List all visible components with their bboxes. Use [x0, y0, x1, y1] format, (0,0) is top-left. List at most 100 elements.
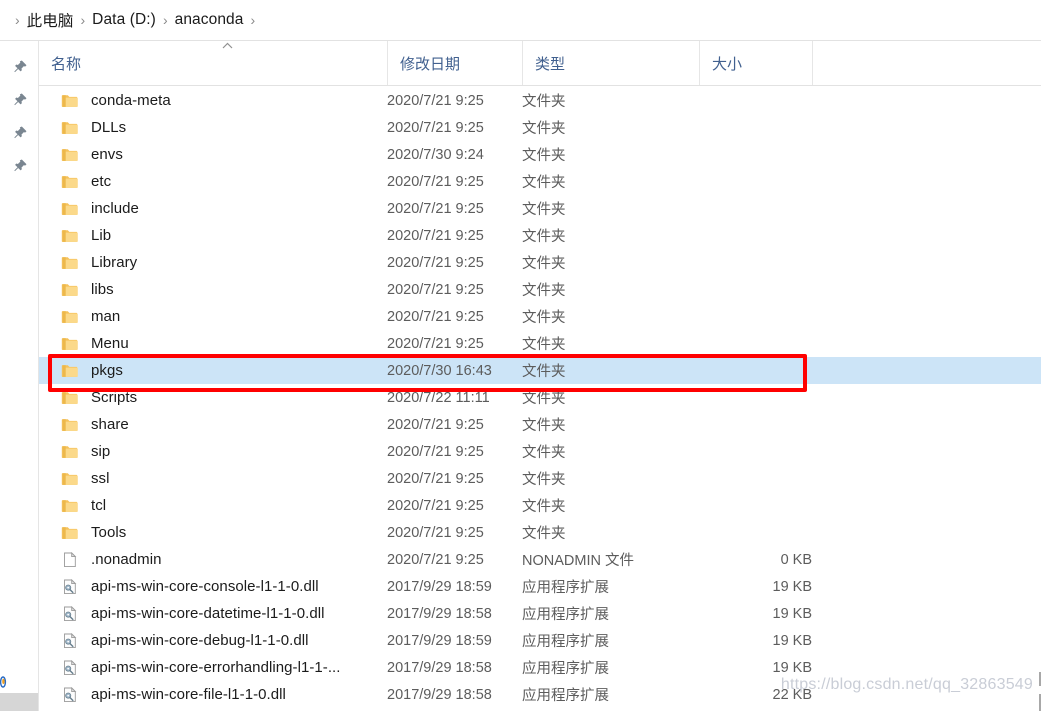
folder-icon	[61, 200, 79, 218]
cell-type: 文件夹	[522, 468, 566, 489]
cell-date-modified: 2020/7/21 9:25	[387, 525, 484, 541]
breadcrumb-item-data-drive[interactable]: Data (D:) ›	[92, 11, 174, 29]
table-row[interactable]: .nonadmin2020/7/21 9:25NONADMIN 文件0 KB	[39, 546, 1041, 573]
file-name-label: ssl	[91, 470, 109, 487]
table-row[interactable]: include2020/7/21 9:25文件夹	[39, 195, 1041, 222]
cell-name: share	[39, 416, 129, 434]
dll-file-icon	[61, 605, 79, 623]
folder-icon	[61, 470, 79, 488]
file-name-label: api-ms-win-core-errorhandling-l1-1-...	[91, 659, 340, 676]
table-row[interactable]: Scripts2020/7/22 11:11文件夹	[39, 384, 1041, 411]
cell-date-modified: 2020/7/21 9:25	[387, 120, 484, 136]
file-name-label: conda-meta	[91, 92, 171, 109]
blank-file-icon	[61, 551, 79, 569]
cell-type: 文件夹	[522, 171, 566, 192]
file-list[interactable]: conda-meta 2020/7/21 9:25 文件夹 DLLs 2020/7/21…	[39, 87, 1041, 711]
cell-name: include	[39, 200, 139, 218]
table-row[interactable]: share2020/7/21 9:25文件夹	[39, 411, 1041, 438]
cell-date-modified: 2020/7/21 9:25	[387, 201, 484, 217]
dll-file-icon	[61, 632, 79, 650]
cell-name: .nonadmin	[39, 551, 162, 569]
cell-name: Lib	[39, 227, 111, 245]
cell-name: api-ms-win-core-errorhandling-l1-1-...	[39, 659, 340, 677]
table-row[interactable]: api-ms-win-core-datetime-l1-1-0.dll2017/…	[39, 600, 1041, 627]
file-name-label: DLLs	[91, 119, 126, 136]
cell-date-modified: 2020/7/21 9:25	[387, 282, 484, 298]
pin-icon[interactable]	[13, 59, 28, 74]
table-row-selected[interactable]: pkgs2020/7/30 16:43文件夹	[39, 357, 1041, 384]
file-name-label: share	[91, 416, 129, 433]
folder-icon	[61, 227, 79, 245]
pin-icon[interactable]	[13, 158, 28, 173]
cell-date-modified: 2020/7/21 9:25	[387, 498, 484, 514]
file-name-label: api-ms-win-core-file-l1-1-0.dll	[91, 686, 286, 703]
table-row[interactable]: api-ms-win-core-debug-l1-1-0.dll2017/9/2…	[39, 627, 1041, 654]
file-name-label: Scripts	[91, 389, 137, 406]
breadcrumb-leading-separator: ›	[8, 13, 27, 27]
table-row[interactable]: envs2020/7/30 9:24文件夹	[39, 141, 1041, 168]
cell-name: libs	[39, 281, 114, 299]
table-row[interactable]: Menu2020/7/21 9:25文件夹	[39, 330, 1041, 357]
table-row[interactable]: api-ms-win-core-console-l1-1-0.dll 2017/9…	[39, 573, 1041, 600]
table-row[interactable]: conda-meta2020/7/21 9:25文件夹	[39, 87, 1041, 114]
file-name-label: Tools	[91, 524, 126, 541]
column-header-label-name: 名称	[39, 53, 81, 74]
folder-icon	[61, 362, 79, 380]
table-row[interactable]: man2020/7/21 9:25文件夹	[39, 303, 1041, 330]
table-row[interactable]: libs 2020/7/21 9:25 文件夹	[39, 276, 1041, 303]
cell-type: 应用程序扩展	[522, 684, 609, 705]
folder-icon	[61, 389, 79, 407]
file-name-label: api-ms-win-core-console-l1-1-0.dll	[91, 578, 319, 595]
table-row[interactable]: sip2020/7/21 9:25文件夹	[39, 438, 1041, 465]
cell-date-modified: 2020/7/21 9:25	[387, 174, 484, 190]
sort-ascending-caret-icon	[222, 42, 233, 49]
cell-name: conda-meta	[39, 92, 171, 110]
file-name-label: libs	[91, 281, 114, 298]
chevron-right-icon: ›	[244, 13, 263, 27]
table-row[interactable]: ssl2020/7/21 9:25文件夹	[39, 465, 1041, 492]
cell-name: api-ms-win-core-datetime-l1-1-0.dll	[39, 605, 324, 623]
cell-size: 19 KB	[699, 606, 812, 622]
file-name-label: Lib	[91, 227, 111, 244]
breadcrumb-label-anaconda: anaconda	[175, 11, 244, 29]
breadcrumb-item-this-pc[interactable]: 此电脑 ›	[27, 9, 92, 31]
table-row[interactable]: etc 2020/7/21 9:25 文件夹	[39, 168, 1041, 195]
cell-type: 应用程序扩展	[522, 657, 609, 678]
cell-date-modified: 2017/9/29 18:59	[387, 579, 492, 595]
cell-name: Library	[39, 254, 137, 272]
breadcrumb-label-this-pc: 此电脑	[27, 9, 74, 31]
column-header-name[interactable]: 名称	[39, 41, 387, 85]
cell-type: 文件夹	[522, 522, 566, 543]
cell-type: 文件夹	[522, 279, 566, 300]
table-row[interactable]: DLLs2020/7/21 9:25文件夹	[39, 114, 1041, 141]
cell-name: DLLs	[39, 119, 126, 137]
table-row[interactable]: Lib2020/7/21 9:25文件夹	[39, 222, 1041, 249]
folder-icon	[61, 335, 79, 353]
table-row[interactable]: Library2020/7/21 9:25文件夹	[39, 249, 1041, 276]
cell-type: NONADMIN 文件	[522, 549, 634, 570]
pin-icon[interactable]	[13, 125, 28, 140]
cell-type: 应用程序扩展	[522, 603, 609, 624]
cell-date-modified: 2020/7/21 9:25	[387, 93, 484, 109]
file-name-label: etc	[91, 173, 111, 190]
file-name-label: include	[91, 200, 139, 217]
table-row[interactable]: Tools 2020/7/21 9:25 文件夹	[39, 519, 1041, 546]
file-name-label: pkgs	[91, 362, 123, 379]
column-header-size[interactable]: 大小	[699, 41, 812, 85]
column-header-label-type: 类型	[523, 53, 565, 74]
file-name-label: envs	[91, 146, 123, 163]
address-bar[interactable]: › 此电脑 › Data (D:) › anaconda ›	[0, 0, 1041, 41]
cell-date-modified: 2017/9/29 18:58	[387, 660, 492, 676]
file-name-label: api-ms-win-core-debug-l1-1-0.dll	[91, 632, 309, 649]
folder-icon	[61, 173, 79, 191]
column-header-date[interactable]: 修改日期	[387, 41, 522, 85]
table-row[interactable]: tcl2020/7/21 9:25文件夹	[39, 492, 1041, 519]
file-name-label: api-ms-win-core-datetime-l1-1-0.dll	[91, 605, 324, 622]
cell-type: 文件夹	[522, 225, 566, 246]
cell-type: 文件夹	[522, 252, 566, 273]
breadcrumb-item-anaconda[interactable]: anaconda ›	[175, 11, 263, 29]
column-header-type[interactable]: 类型	[522, 41, 699, 85]
pin-icon[interactable]	[13, 92, 28, 107]
cell-type: 文件夹	[522, 414, 566, 435]
cell-size: 19 KB	[699, 579, 812, 595]
